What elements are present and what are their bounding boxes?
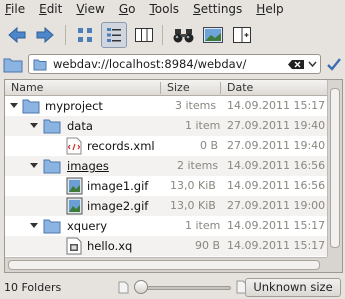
columns-view-icon	[135, 28, 153, 42]
file-size: 1 item	[185, 119, 221, 132]
split-view-icon	[233, 27, 251, 43]
file-name: image1.gif	[87, 179, 149, 193]
table-row[interactable]: hello.xq 90 B 14.09.2011 15:17	[5, 236, 327, 256]
expand-arrow-icon[interactable]	[30, 123, 38, 129]
preview-icon	[203, 27, 223, 43]
toolbar-separator	[65, 25, 66, 45]
scroll-corner	[327, 257, 342, 272]
table-row[interactable]: records.xml 0 B 27.09.2011 19:40	[5, 136, 327, 156]
table-row[interactable]: images 2 items 14.09.2011 16:56	[5, 156, 327, 176]
zoom-slider-track[interactable]	[135, 286, 231, 290]
menu-go[interactable]: Go	[112, 0, 143, 18]
menu-file[interactable]: File	[0, 0, 32, 18]
forward-button[interactable]	[32, 22, 58, 48]
file-date: 14.09.2011 16:56	[227, 159, 326, 172]
file-name: hello.xq	[87, 239, 133, 253]
file-name: image2.gif	[87, 199, 149, 213]
file-date: 27.09.2011 19:40	[227, 139, 326, 152]
details-view-button[interactable]	[101, 22, 127, 48]
toolbar	[0, 19, 345, 51]
horizontal-scrollbar[interactable]	[5, 257, 327, 272]
size-button[interactable]: Unknown size	[245, 278, 341, 297]
file-name: images	[67, 159, 109, 173]
file-name: records.xml	[87, 139, 155, 153]
folder-icon	[43, 159, 61, 174]
menu-view[interactable]: View	[69, 0, 111, 18]
file-date: 27.09.2011 19:40	[227, 119, 326, 132]
expand-arrow-icon[interactable]	[30, 223, 38, 229]
folder-icon[interactable]	[3, 56, 23, 73]
column-header: Name Size Date	[5, 80, 327, 96]
table-row[interactable]: xquery 1 item 14.09.2011 15:17	[5, 216, 327, 236]
table-row[interactable]: image2.gif 13,0 KiB 27.09.2011 19:00	[5, 196, 327, 216]
preview-button[interactable]	[200, 22, 226, 48]
script-file-icon	[66, 237, 82, 255]
clear-text-icon[interactable]	[287, 59, 305, 70]
back-icon	[8, 26, 26, 44]
folder-icon	[33, 59, 47, 71]
menu-edit[interactable]: Edit	[32, 0, 69, 18]
go-checkmark-icon[interactable]	[326, 57, 342, 72]
file-date: 14.09.2011 16:56	[227, 179, 326, 192]
menubar: File Edit View Go Tools Settings Help	[0, 0, 345, 18]
xml-file-icon	[66, 137, 82, 155]
icons-view-button[interactable]	[72, 22, 98, 48]
details-view-icon	[107, 28, 121, 42]
binoculars-icon	[173, 29, 194, 43]
columns-view-button[interactable]	[131, 22, 157, 48]
file-size: 13,0 KiB	[170, 199, 216, 212]
horizontal-scroll-thumb[interactable]	[8, 260, 320, 270]
file-date: 14.09.2011 15:17	[227, 219, 326, 232]
vertical-scroll-thumb[interactable]	[330, 88, 340, 248]
file-size: 1 item	[185, 219, 221, 232]
zoom-slider-knob[interactable]	[134, 280, 148, 294]
folder-icon	[43, 119, 61, 134]
image-file-icon	[66, 197, 83, 215]
file-name: xquery	[67, 219, 108, 233]
location-input[interactable]: webdav://localhost:8984/webdav/	[28, 54, 321, 74]
icons-view-icon	[78, 28, 92, 42]
location-bar: webdav://localhost:8984/webdav/	[0, 54, 345, 76]
find-button[interactable]	[171, 22, 197, 48]
column-size-header[interactable]: Size	[163, 80, 190, 96]
file-size: 0 B	[200, 139, 219, 152]
status-summary: 10 Folders	[4, 281, 62, 294]
menu-tools[interactable]: Tools	[142, 0, 186, 18]
file-list: myproject 3 items 14.09.2011 15:17 data …	[5, 96, 327, 256]
back-button[interactable]	[4, 22, 30, 48]
folder-icon	[43, 219, 61, 234]
file-date: 27.09.2011 19:00	[227, 199, 326, 212]
image-file-icon	[66, 177, 83, 195]
table-row[interactable]: myproject 3 items 14.09.2011 15:17	[5, 96, 327, 116]
file-name: myproject	[45, 99, 103, 113]
table-row[interactable]: image1.gif 13,0 KiB 14.09.2011 16:56	[5, 176, 327, 196]
split-view-button[interactable]	[229, 22, 255, 48]
menu-settings[interactable]: Settings	[186, 0, 249, 18]
status-bar: 10 Folders Unknown size	[0, 276, 345, 299]
zoom-out-icon[interactable]	[118, 281, 129, 294]
file-name: data	[67, 119, 93, 133]
vertical-scrollbar[interactable]	[327, 80, 342, 257]
expand-arrow-icon[interactable]	[30, 163, 38, 169]
file-view: Name Size Date myproject 3 items 14.09.2…	[4, 79, 343, 273]
table-row[interactable]: data 1 item 27.09.2011 19:40	[5, 116, 327, 136]
toolbar-separator	[162, 25, 163, 45]
location-url: webdav://localhost:8984/webdav/	[53, 57, 247, 71]
chevron-down-icon[interactable]	[308, 61, 317, 68]
file-size: 2 items	[177, 159, 219, 172]
file-size: 13,0 KiB	[170, 179, 216, 192]
forward-icon	[36, 26, 54, 44]
folder-icon	[22, 99, 40, 114]
file-size: 3 items	[175, 99, 217, 112]
expand-arrow-icon[interactable]	[10, 103, 18, 109]
column-date-header[interactable]: Date	[223, 80, 253, 96]
file-size: 90 B	[195, 239, 221, 252]
menu-help[interactable]: Help	[249, 0, 290, 18]
column-name-header[interactable]: Name	[7, 80, 43, 96]
file-date: 14.09.2011 15:17	[227, 99, 326, 112]
file-date: 14.09.2011 15:17	[227, 239, 326, 252]
